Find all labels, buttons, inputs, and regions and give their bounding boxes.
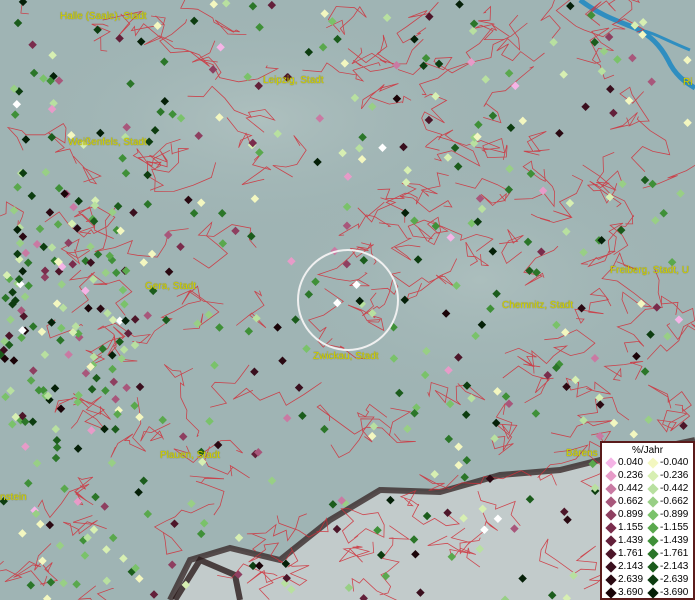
city-label-zwickau: Zwickau, Stadt [313,351,379,362]
legend-swatch-negative [647,535,659,547]
legend-title: %/Jahr [631,445,664,456]
legend-row: 1.761 -1.761 [602,548,695,560]
legend-swatch-positive [605,470,617,482]
legend-value-positive: 1.155 [618,522,644,533]
legend-value-positive: 0.236 [618,470,644,481]
city-label-baerens: Bärens [566,448,598,459]
city-label-halle: Halle (Saale), Stadt [60,11,147,22]
legend-row: 1.439 -1.439 [602,535,695,547]
legend-value-positive: 1.761 [618,548,644,559]
city-label-weissenfels: Weißenfels, Stadt [68,137,147,148]
legend-value-positive: 2.143 [618,561,644,572]
city-label-stein: nstein [0,492,27,503]
legend-value-negative: -0.236 [660,470,689,481]
city-label-gera: Gera, Stadt [145,281,197,292]
legend-value-positive: 2.639 [618,574,644,585]
legend-row: 0.899 -0.899 [602,509,695,521]
legend-value-positive: 0.899 [618,509,644,520]
legend-swatch-negative [647,561,659,573]
legend-swatch-positive [605,522,617,534]
legend-value-negative: -0.662 [660,496,689,507]
legend-swatch-positive [605,483,617,495]
legend-swatch-positive [605,496,617,508]
legend: %/Jahr 0.040 -0.040 0.236 -0.236 0.442 -0.442… [600,441,695,600]
legend-value-positive: 0.442 [618,483,644,494]
legend-swatch-negative [647,457,659,469]
legend-swatch-positive [605,509,617,521]
legend-row: 2.143 -2.143 [602,561,695,573]
legend-swatch-positive [605,587,617,599]
legend-value-positive: 1.439 [618,535,644,546]
legend-value-positive: 3.690 [618,587,644,598]
legend-swatch-positive [605,561,617,573]
legend-value-negative: -3.690 [660,587,689,598]
city-label-freiberg: Freiberg, Stadt, U [610,265,689,276]
legend-swatch-negative [647,548,659,560]
legend-swatch-positive [605,535,617,547]
legend-row: 0.236 -0.236 [602,470,695,482]
legend-value-negative: -1.761 [660,548,689,559]
legend-swatch-positive [605,548,617,560]
legend-swatch-positive [605,457,617,469]
legend-swatch-positive [605,574,617,586]
legend-row: 0.442 -0.442 [602,483,695,495]
city-label-chemnitz: Chemnitz, Stadt [502,300,574,311]
legend-value-negative: -2.639 [660,574,689,585]
city-label-ri: Ri [683,77,693,88]
terrain-shading [260,150,695,410]
legend-value-positive: 0.040 [618,457,644,468]
legend-swatch-negative [647,470,659,482]
legend-value-negative: -1.439 [660,535,689,546]
city-label-leipzig: Leipzig, Stadt [263,75,324,86]
legend-swatch-negative [647,496,659,508]
legend-value-negative: -0.040 [660,457,689,468]
legend-row: 0.040 -0.040 [602,457,695,469]
legend-swatch-negative [647,522,659,534]
legend-row: 3.690 -3.690 [602,587,695,599]
legend-value-negative: -0.442 [660,483,689,494]
legend-value-positive: 0.662 [618,496,644,507]
legend-row: 1.155 -1.155 [602,522,695,534]
legend-value-negative: -0.899 [660,509,689,520]
legend-value-negative: -2.143 [660,561,689,572]
map-canvas[interactable] [0,0,695,600]
city-label-plauen: Plauen, Stadt [160,450,221,461]
legend-swatch-negative [647,509,659,521]
legend-swatch-negative [647,574,659,586]
legend-row: 0.662 -0.662 [602,496,695,508]
legend-swatch-negative [647,483,659,495]
legend-row: 2.639 -2.639 [602,574,695,586]
legend-value-negative: -1.155 [660,522,689,533]
legend-swatch-negative [647,587,659,599]
